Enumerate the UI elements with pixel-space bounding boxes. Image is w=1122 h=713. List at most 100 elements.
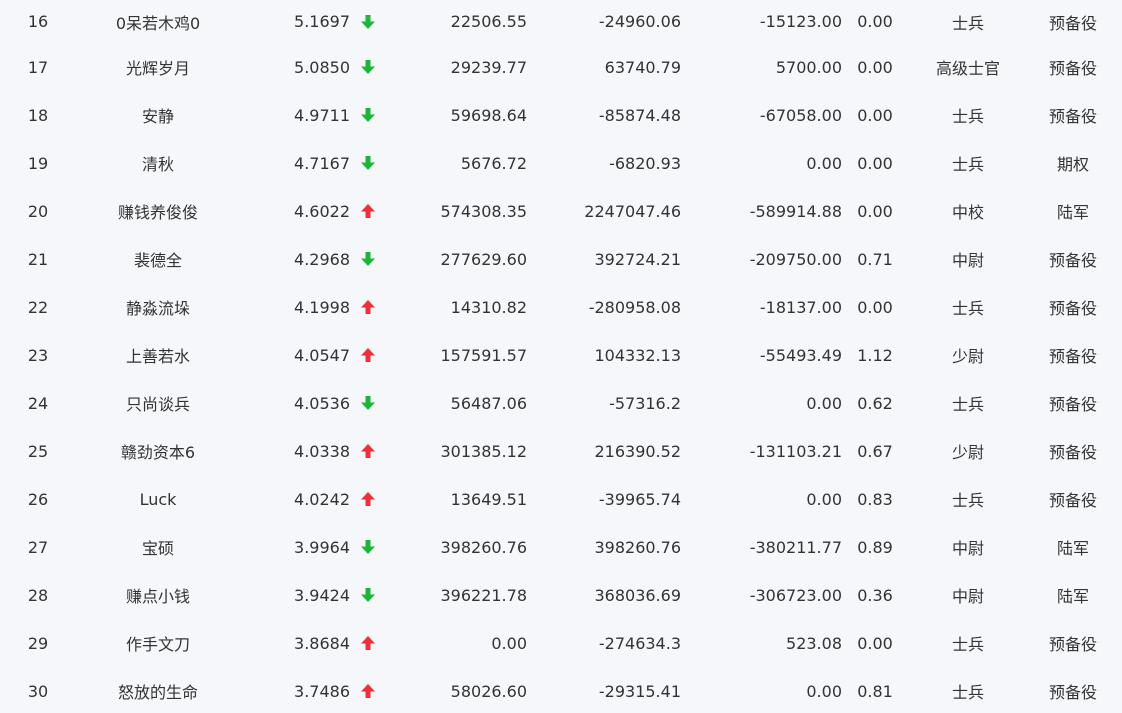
score-cell: 5.0850 [294, 57, 350, 77]
value-4-cell: 0.00 [857, 201, 893, 221]
rank-cell: 22 [27, 297, 49, 317]
rank-title-cell: 士兵 [951, 13, 984, 33]
value-4-cell: 0.00 [857, 12, 893, 31]
score-cell: 4.7167 [294, 153, 350, 173]
account-type-cell: 陆军 [1056, 587, 1089, 606]
value-1-cell: 157591.57 [440, 345, 527, 365]
name-cell: 赣劲资本6 [120, 443, 196, 462]
score-cell: 4.0338 [294, 441, 350, 461]
rank-title-cell: 士兵 [951, 107, 984, 126]
value-2-cell: -29315.41 [598, 681, 681, 701]
table-row[interactable]: 24 只尚谈兵 4.0536 56487.06 -57316.2 0.00 0.62 士兵 预备… [0, 379, 1122, 427]
table-row[interactable]: 21 裴德全 4.2968 277629.60 392724.21 -209750.00 0… [0, 235, 1122, 283]
score-cell: 3.9424 [294, 585, 350, 605]
value-3-cell: -67058.00 [759, 105, 842, 125]
value-2-cell: 368036.69 [594, 585, 681, 605]
value-3-cell: -589914.88 [749, 201, 842, 221]
value-2-cell: -57316.2 [609, 393, 681, 413]
value-2-cell: -6820.93 [609, 153, 681, 173]
account-type-cell: 预备役 [1048, 107, 1097, 126]
rank-title-cell: 高级士官 [935, 59, 1000, 78]
rank-cell: 20 [27, 201, 49, 221]
table-row[interactable]: 22 静淼流垛 4.1998 14310.82 -280958.08 -18137.00 0… [0, 283, 1122, 331]
name-cell: 光辉岁月 [125, 59, 190, 78]
score-cell: 4.0242 [294, 489, 350, 509]
table-row[interactable]: 16 0呆若木鸡0 5.1697 22506.55 -24960.06 -15123.00… [0, 0, 1122, 43]
score-cell: 4.0547 [294, 345, 350, 365]
arrow-up-icon [358, 667, 378, 713]
arrow-up-icon [358, 475, 378, 523]
table-row[interactable]: 28 赚点小钱 3.9424 396221.78 368036.69 -306723.00… [0, 571, 1122, 619]
value-1-cell: 0.00 [491, 633, 527, 653]
table-row[interactable]: 23 上善若水 4.0547 157591.57 104332.13 -55493.49 1… [0, 331, 1122, 379]
account-type-cell: 预备役 [1048, 635, 1097, 654]
arrow-up-icon [358, 427, 378, 475]
rank-title-cell: 士兵 [951, 683, 984, 702]
account-type-cell: 期权 [1056, 155, 1089, 174]
account-type-cell: 预备役 [1048, 59, 1097, 78]
rank-cell: 19 [27, 153, 49, 173]
table-row[interactable]: 26 Luck 4.0242 13649.51 -39965.74 0.00 0.83 士兵 预… [0, 475, 1122, 523]
score-cell: 4.0536 [294, 393, 350, 413]
name-cell: 怒放的生命 [117, 683, 198, 702]
rank-cell: 25 [27, 441, 49, 461]
value-4-cell: 0.81 [857, 681, 893, 701]
arrow-up-icon [358, 619, 378, 667]
table-row[interactable]: 19 清秋 4.7167 5676.72 -6820.93 0.00 0.00 士兵 期权 [0, 139, 1122, 187]
value-3-cell: -15123.00 [759, 12, 842, 31]
rank-cell: 21 [27, 249, 49, 269]
value-3-cell: -209750.00 [749, 249, 842, 269]
value-2-cell: -274634.3 [598, 633, 681, 653]
name-cell: 只尚谈兵 [125, 395, 190, 414]
table-row[interactable]: 18 安静 4.9711 59698.64 -85874.48 -67058.00 0.00… [0, 91, 1122, 139]
value-2-cell: -280958.08 [588, 297, 681, 317]
name-cell: 赚钱养俊俊 [117, 203, 198, 222]
arrow-down-icon [358, 91, 378, 139]
arrow-down-icon [358, 379, 378, 427]
rank-cell: 28 [27, 585, 49, 605]
arrow-up-icon [358, 331, 378, 379]
rank-title-cell: 士兵 [951, 491, 984, 510]
score-cell: 4.1998 [294, 297, 350, 317]
table-row[interactable]: 30 怒放的生命 3.7486 58026.60 -29315.41 0.00 0.81 士兵… [0, 667, 1122, 713]
account-type-cell: 预备役 [1048, 299, 1097, 318]
score-cell: 4.9711 [294, 105, 350, 125]
rank-cell: 27 [27, 537, 49, 557]
value-1-cell: 13649.51 [450, 489, 527, 509]
value-3-cell: 0.00 [806, 153, 842, 173]
rank-title-cell: 中校 [951, 203, 984, 222]
rank-title-cell: 中尉 [951, 587, 984, 606]
value-2-cell: 216390.52 [594, 441, 681, 461]
arrow-down-icon [358, 139, 378, 187]
value-4-cell: 0.00 [857, 105, 893, 125]
name-cell: 上善若水 [125, 347, 190, 366]
table-row[interactable]: 29 作手文刀 3.8684 0.00 -274634.3 523.08 0.00 士兵 预备役 [0, 619, 1122, 667]
table-row[interactable]: 17 光辉岁月 5.0850 29239.77 63740.79 5700.00 0.00 高… [0, 43, 1122, 91]
value-3-cell: -131103.21 [749, 441, 842, 461]
value-4-cell: 0.89 [857, 537, 893, 557]
rank-cell: 30 [27, 681, 49, 701]
value-4-cell: 0.00 [857, 297, 893, 317]
value-1-cell: 29239.77 [450, 57, 527, 77]
value-1-cell: 22506.55 [450, 12, 527, 31]
value-3-cell: -306723.00 [749, 585, 842, 605]
value-1-cell: 56487.06 [450, 393, 527, 413]
name-cell: 静淼流垛 [125, 299, 190, 318]
account-type-cell: 陆军 [1056, 203, 1089, 222]
account-type-cell: 预备役 [1048, 13, 1097, 33]
rank-title-cell: 中尉 [951, 539, 984, 558]
score-cell: 5.1697 [294, 12, 350, 31]
rank-title-cell: 士兵 [951, 635, 984, 654]
account-type-cell: 预备役 [1048, 347, 1097, 366]
table-row[interactable]: 25 赣劲资本6 4.0338 301385.12 216390.52 -131103.2… [0, 427, 1122, 475]
arrow-down-icon [358, 523, 378, 571]
rank-cell: 29 [27, 633, 49, 653]
account-type-cell: 预备役 [1048, 395, 1097, 414]
account-type-cell: 预备役 [1048, 491, 1097, 510]
table-row[interactable]: 27 宝硕 3.9964 398260.76 398260.76 -380211.77 0.… [0, 523, 1122, 571]
table-row[interactable]: 20 赚钱养俊俊 4.6022 574308.35 2247047.46 -589914.… [0, 187, 1122, 235]
value-2-cell: 104332.13 [594, 345, 681, 365]
value-1-cell: 14310.82 [450, 297, 527, 317]
value-3-cell: -18137.00 [759, 297, 842, 317]
value-1-cell: 301385.12 [440, 441, 527, 461]
